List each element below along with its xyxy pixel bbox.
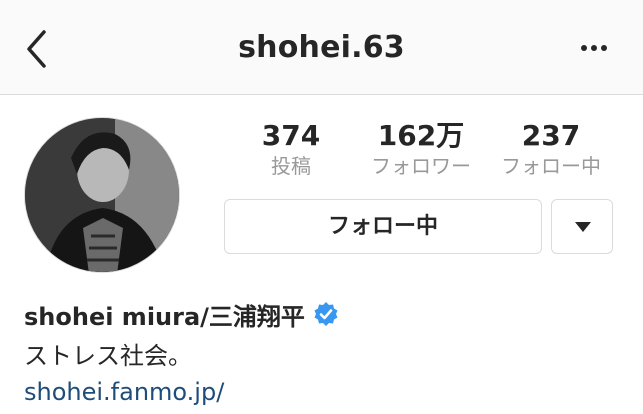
more-options-button[interactable] — [579, 38, 613, 58]
profile-full-name: shohei miura/三浦翔平 — [24, 302, 305, 331]
profile-bio: ストレス社会。 — [24, 342, 192, 370]
profile-photo — [25, 118, 179, 272]
following-label: フォロー中 — [501, 154, 601, 178]
top-nav-bar: shohei.63 — [0, 0, 643, 95]
suggestions-dropdown-button[interactable] — [551, 199, 613, 254]
posts-stat[interactable]: 374 投稿 — [246, 118, 336, 178]
more-horizontal-icon — [581, 45, 607, 51]
followers-stat[interactable]: 162万 フォロワー — [356, 118, 486, 178]
following-count: 237 — [521, 119, 581, 152]
profile-username-title: shohei.63 — [238, 30, 405, 65]
posts-count: 374 — [261, 119, 321, 152]
following-button[interactable]: フォロー中 — [224, 199, 542, 254]
caret-down-icon — [575, 222, 591, 232]
posts-label: 投稿 — [271, 154, 311, 178]
profile-stats: 374 投稿 162万 フォロワー 237 フォロー中 — [226, 118, 616, 184]
profile-name-row: shohei miura/三浦翔平 — [24, 297, 339, 331]
profile-avatar[interactable] — [24, 117, 180, 273]
followers-count: 162万 — [377, 119, 465, 152]
followers-label: フォロワー — [371, 154, 471, 178]
profile-website-link[interactable]: shohei.fanmo.jp/ — [24, 376, 224, 408]
verified-badge-icon — [314, 302, 338, 326]
following-stat[interactable]: 237 フォロー中 — [486, 118, 616, 178]
